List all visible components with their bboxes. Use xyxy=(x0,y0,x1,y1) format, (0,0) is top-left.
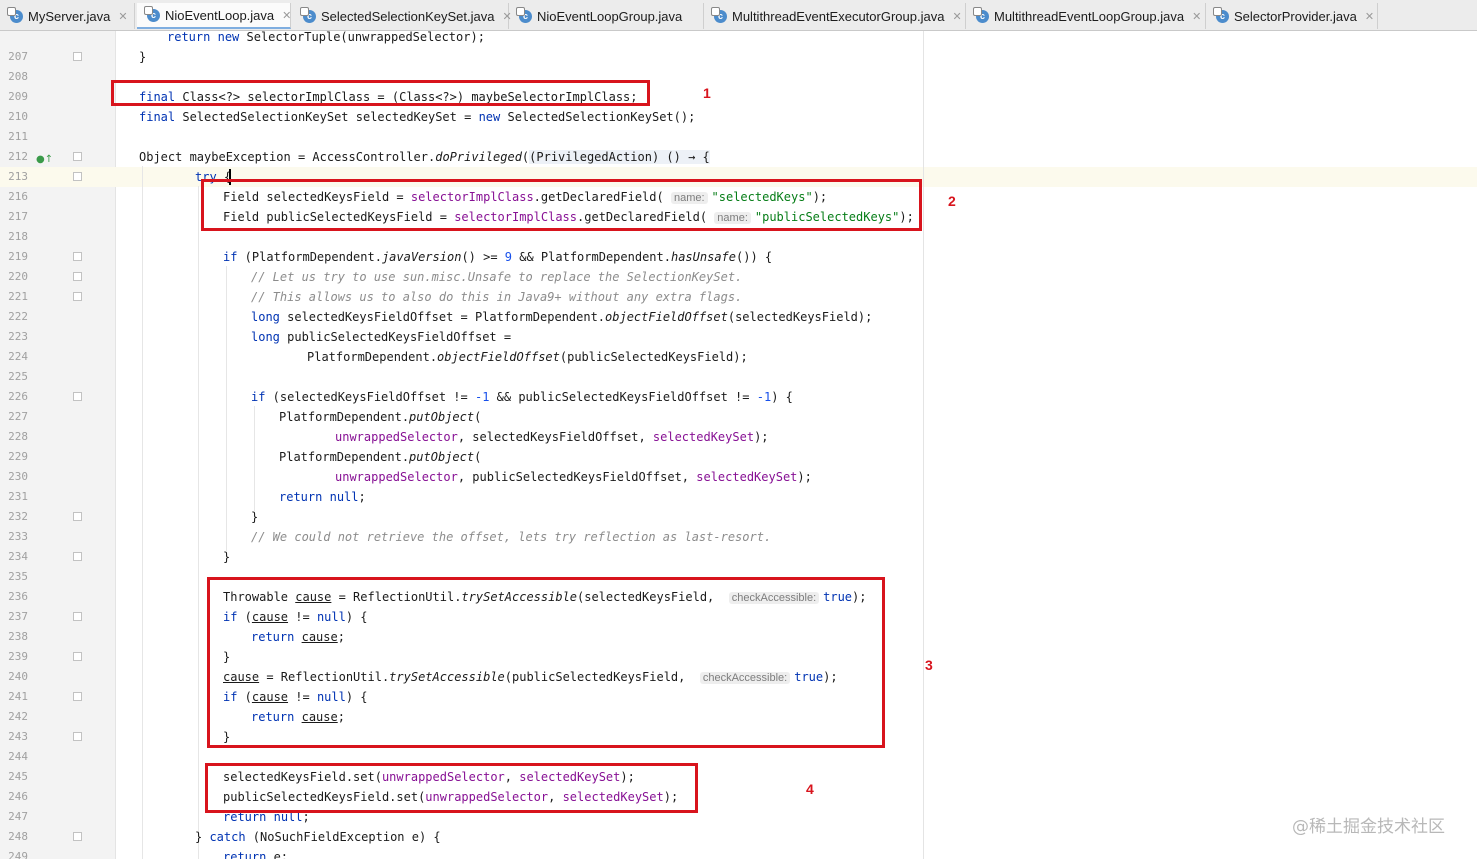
fold-marker-icon[interactable] xyxy=(73,512,82,521)
code-line[interactable]: 225 PlatformDependent.objectFieldOffset(… xyxy=(0,347,1477,383)
code-comment: // This allows us to also do this in Jav… xyxy=(251,290,743,304)
class-icon: c xyxy=(973,6,989,23)
code-line[interactable]: 226 xyxy=(0,367,1477,403)
editor-tab-bar: c MyServer.java ✕ c NioEventLoop.java ✕ … xyxy=(0,0,1477,31)
close-icon[interactable]: ✕ xyxy=(952,10,961,23)
close-icon[interactable]: ✕ xyxy=(1192,10,1201,23)
code-text: if (selectedKeysFieldOffset != -1 && pub… xyxy=(251,390,793,404)
code-text: } xyxy=(251,510,259,524)
code-line[interactable]: 234 // We could not retrieve the offset,… xyxy=(0,527,1477,563)
code-text: PlatformDependent.putObject( xyxy=(279,450,482,464)
class-icon: c xyxy=(300,6,316,23)
code-line[interactable]: 212 xyxy=(0,127,1477,163)
tab-label: NioEventLoop.java xyxy=(165,7,275,23)
code-line[interactable]: 222 // This allows us to also do this in… xyxy=(0,287,1477,323)
tab-label: SelectorProvider.java xyxy=(1234,8,1357,24)
code-line[interactable]: 232 return null; xyxy=(0,487,1477,523)
code-text: } catch (NoSuchFieldException e) { xyxy=(195,830,441,844)
fold-marker-icon[interactable] xyxy=(73,832,82,841)
fold-marker-icon[interactable] xyxy=(73,272,82,281)
tab-myserver[interactable]: c MyServer.java ✕ xyxy=(0,3,135,29)
code-line[interactable]: 223 long selectedKeysFieldOffset = Platf… xyxy=(0,307,1477,343)
tab-label: NioEventLoopGroup.java xyxy=(537,8,683,24)
tab-nioeventloop[interactable]: c NioEventLoop.java ✕ xyxy=(137,3,291,29)
tab-nioeventloopgroup[interactable]: c NioEventLoopGroup.java xyxy=(509,3,704,29)
code-line[interactable]: 221 // Let us try to use sun.misc.Unsafe… xyxy=(0,267,1477,303)
watermark: @稀土掘金技术社区 xyxy=(1292,817,1445,837)
code-line[interactable]: 224 long publicSelectedKeysFieldOffset = xyxy=(0,327,1477,363)
code-line[interactable]: 207 return new SelectorTuple(unwrappedSe… xyxy=(0,31,1477,63)
code-line[interactable]: 228 PlatformDependent.putObject( xyxy=(0,407,1477,443)
fold-marker-icon[interactable] xyxy=(73,612,82,621)
code-line[interactable]: 213 Object maybeException = AccessContro… xyxy=(0,147,1477,183)
fold-marker-icon[interactable] xyxy=(73,392,82,401)
code-text: } xyxy=(139,50,147,64)
annotation-number-4: 4 xyxy=(806,781,814,797)
fold-marker-icon[interactable] xyxy=(73,252,82,261)
tab-selectorprovider[interactable]: c SelectorProvider.java ✕ xyxy=(1206,3,1378,29)
code-comment: // We could not retrieve the offset, let… xyxy=(251,530,772,544)
fold-marker-icon[interactable] xyxy=(73,52,82,61)
code-text: unwrappedSelector, selectedKeysFieldOffs… xyxy=(335,430,769,444)
code-text: unwrappedSelector, publicSelectedKeysFie… xyxy=(335,470,812,484)
class-icon: c xyxy=(711,6,727,23)
fold-marker-icon[interactable] xyxy=(73,552,82,561)
code-comment: // Let us try to use sun.misc.Unsafe to … xyxy=(251,270,743,284)
code-text: PlatformDependent.putObject( xyxy=(279,410,482,424)
annotation-box-1 xyxy=(111,80,650,106)
fold-marker-icon[interactable] xyxy=(73,732,82,741)
code-line[interactable]: 220 if (PlatformDependent.javaVersion() … xyxy=(0,247,1477,283)
tab-multithreadeventexecutorgroup[interactable]: c MultithreadEventExecutorGroup.java ✕ xyxy=(704,3,966,29)
code-line[interactable]: 230 PlatformDependent.putObject( xyxy=(0,447,1477,483)
code-text: } xyxy=(223,550,231,564)
code-text: Object maybeException = AccessController… xyxy=(139,150,710,164)
tab-label: MultithreadEventLoopGroup.java xyxy=(994,8,1185,24)
close-icon[interactable]: ✕ xyxy=(282,9,291,22)
annotation-box-4 xyxy=(205,763,698,813)
code-line[interactable]: 211 final SelectedSelectionKeySet select… xyxy=(0,107,1477,143)
fold-marker-icon[interactable] xyxy=(73,652,82,661)
close-icon[interactable]: ✕ xyxy=(118,10,127,23)
annotation-number-1: 1 xyxy=(703,85,711,101)
code-line[interactable]: 208 } xyxy=(0,47,1477,83)
code-text: PlatformDependent.objectFieldOffset(publ… xyxy=(307,350,748,364)
code-text: long publicSelectedKeysFieldOffset = xyxy=(251,330,512,344)
fold-marker-icon[interactable] xyxy=(73,172,82,181)
fold-marker-icon[interactable] xyxy=(73,292,82,301)
code-line[interactable]: 231 unwrappedSelector, publicSelectedKey… xyxy=(0,467,1477,503)
code-line[interactable]: 249 } catch (NoSuchFieldException e) { xyxy=(0,827,1477,859)
code-text: final SelectedSelectionKeySet selectedKe… xyxy=(139,110,696,124)
tab-label: SelectedSelectionKeySet.java xyxy=(321,8,495,24)
annotation-number-3: 3 xyxy=(925,657,933,673)
code-line[interactable]: 250 return e; xyxy=(0,847,1477,859)
annotation-number-2: 2 xyxy=(948,193,956,209)
annotation-box-3 xyxy=(207,577,885,748)
class-icon: c xyxy=(1213,6,1229,23)
code-text: return null; xyxy=(279,490,366,504)
code-line[interactable]: 229 unwrappedSelector, selectedKeysField… xyxy=(0,427,1477,463)
class-icon: c xyxy=(7,6,23,23)
annotation-box-2 xyxy=(201,179,922,231)
tab-multithreadeventloopgroup[interactable]: c MultithreadEventLoopGroup.java ✕ xyxy=(966,3,1206,29)
close-icon[interactable]: ✕ xyxy=(1365,10,1374,23)
class-icon: c xyxy=(144,5,160,22)
code-line[interactable]: 227 if (selectedKeysFieldOffset != -1 &&… xyxy=(0,387,1477,423)
tab-label: MyServer.java xyxy=(28,8,111,24)
code-line[interactable]: 233 } xyxy=(0,507,1477,543)
fold-marker-icon[interactable] xyxy=(73,692,82,701)
tab-selectedselectionkeyset[interactable]: c SelectedSelectionKeySet.java ✕ xyxy=(293,3,512,29)
class-icon: c xyxy=(516,6,532,23)
code-text: long selectedKeysFieldOffset = PlatformD… xyxy=(251,310,873,324)
code-text: return e; xyxy=(223,850,289,859)
code-text: return new SelectorTuple(unwrappedSelect… xyxy=(167,31,485,44)
code-line[interactable]: 235 } xyxy=(0,547,1477,583)
code-text: if (PlatformDependent.javaVersion() >= 9… xyxy=(223,250,773,264)
tab-label: MultithreadEventExecutorGroup.java xyxy=(732,8,945,24)
fold-marker-icon[interactable] xyxy=(73,152,82,161)
